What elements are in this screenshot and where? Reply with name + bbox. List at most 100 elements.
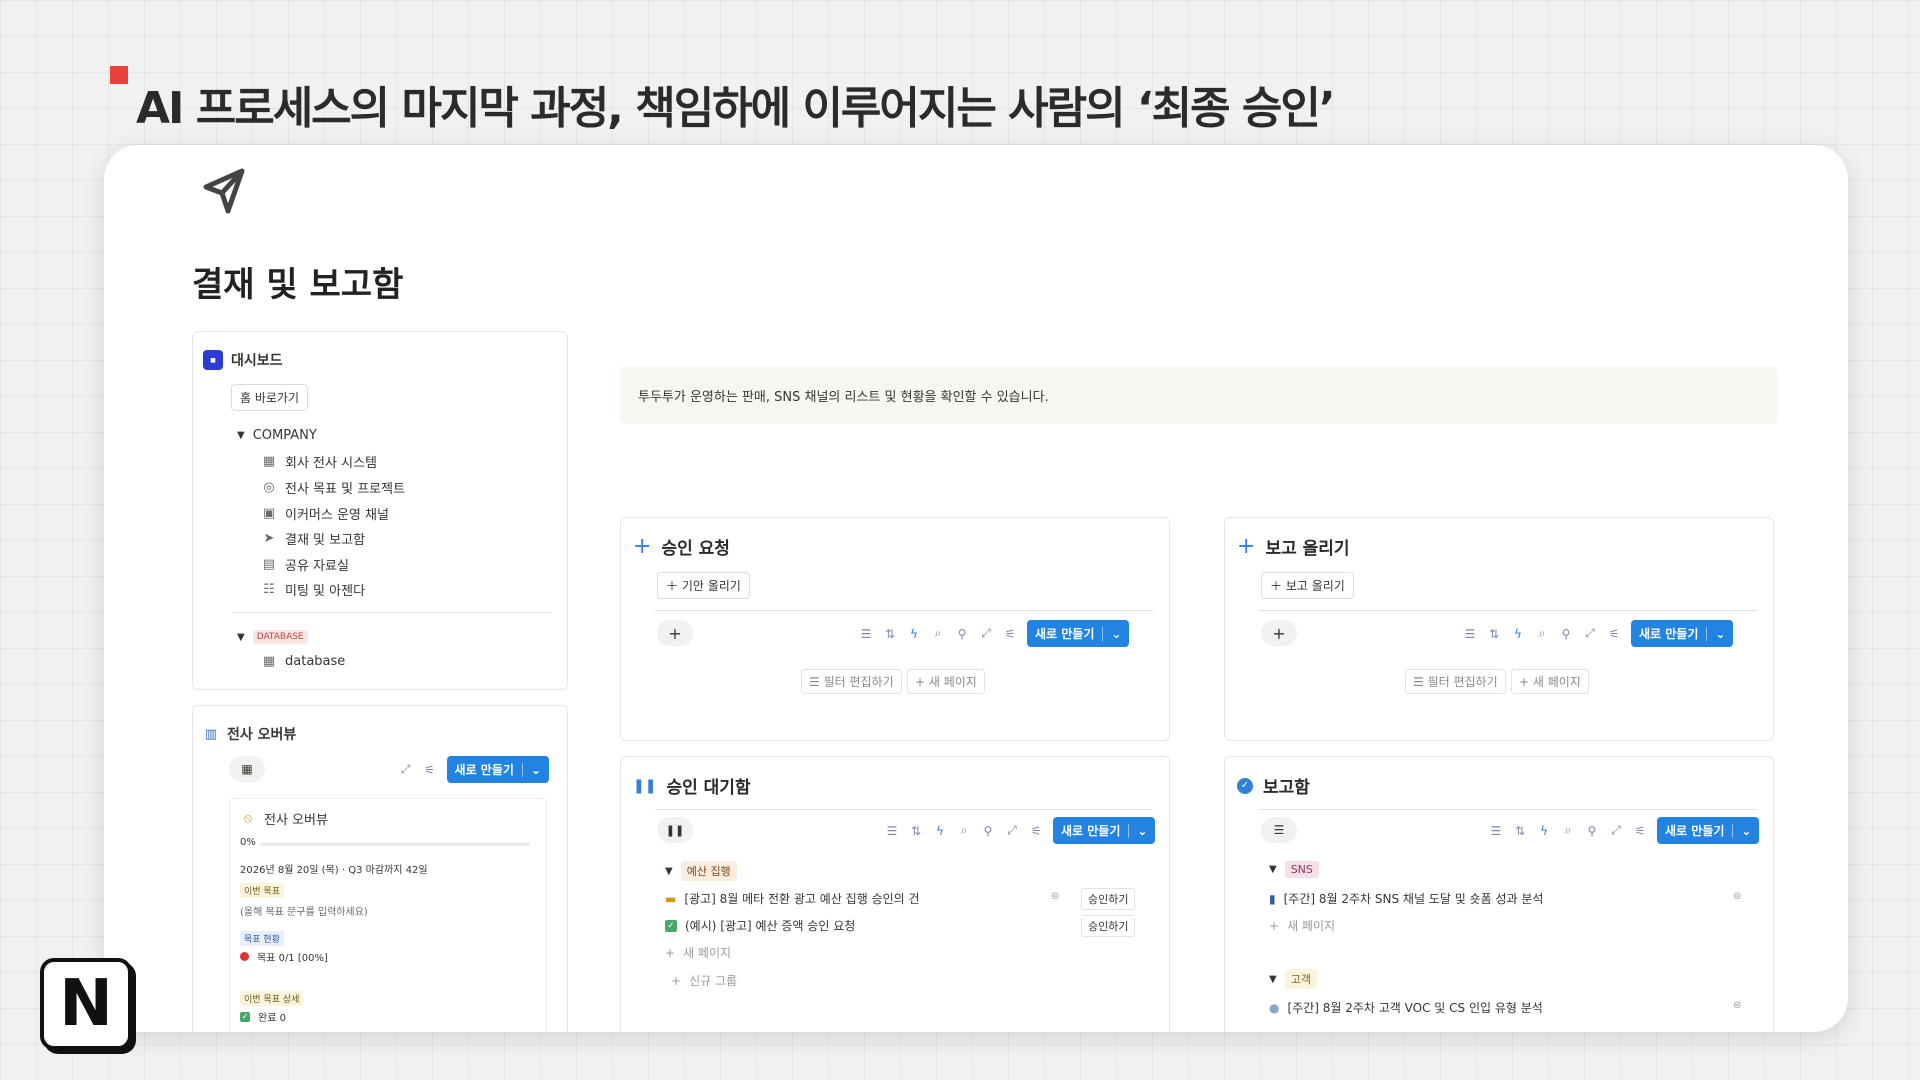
list-view-icon[interactable]: ☰ <box>1261 817 1297 843</box>
db-toolbar: ☰ ⇅ ϟ ⌕ ⚲ ⤢ ⚟ 새로 만들기 ⌄ <box>1489 817 1760 844</box>
group-budget-toggle[interactable]: ▼ 예산 집행 <box>665 861 737 881</box>
automation-icon[interactable]: ϟ <box>1537 824 1551 838</box>
new-page-button[interactable]: + 새 페이지 <box>1269 917 1335 934</box>
database-group-toggle[interactable]: ▼ DATABASE <box>237 630 308 644</box>
sort-icon[interactable]: ⇅ <box>1513 824 1527 838</box>
sort-icon[interactable]: ⇅ <box>909 824 923 838</box>
filter-icon: ☰ <box>809 675 824 689</box>
list-item[interactable]: ▮ [주간] 8월 2주차 SNS 채널 도달 및 숏폼 성과 분석 <box>1269 890 1543 907</box>
item-label: [주간] 8월 2주차 SNS 채널 도달 및 숏폼 성과 분석 <box>1283 892 1544 906</box>
filter-edit-button[interactable]: ☰ 필터 편집하기 <box>801 669 902 694</box>
panel-header: + 보고 올리기 <box>1237 534 1350 559</box>
sidebar-item-database[interactable]: ▦ database <box>261 654 345 669</box>
list-item[interactable]: ✓ (예시) [광고] 예산 증액 승인 요청 <box>665 917 855 934</box>
draft-submit-button[interactable]: ＋ 기안 올리기 <box>657 572 750 599</box>
search-icon[interactable]: ⚲ <box>1585 824 1599 838</box>
list-item[interactable]: ● [주간] 8월 2주차 고객 VOC 및 CS 인입 유형 분석 <box>1269 999 1543 1016</box>
sidebar-item-label: 회사 전사 시스템 <box>285 456 377 471</box>
sidebar-item-system[interactable]: ▦ 회사 전사 시스템 <box>261 452 377 471</box>
filter-icon[interactable]: ☰ <box>885 824 899 838</box>
phone-icon: ▮ <box>1269 891 1276 906</box>
search-off-icon[interactable]: ⌕ <box>1561 823 1575 838</box>
divider <box>1128 823 1130 838</box>
gallery-view-icon[interactable]: ▦ <box>229 756 265 782</box>
search-icon[interactable]: ⚲ <box>1559 627 1573 641</box>
comment-icon[interactable]: ⊜ <box>1733 1000 1741 1011</box>
sidebar-item-approvals[interactable]: ➤ 결재 및 보고함 <box>261 529 365 548</box>
new-page-button[interactable]: + 새 페이지 <box>907 669 985 694</box>
group-customer-toggle[interactable]: ▼ 고객 <box>1269 969 1317 989</box>
home-shortcut-button[interactable]: 홈 바로가기 <box>231 384 309 411</box>
settings-icon[interactable]: ⚟ <box>1633 824 1647 838</box>
search-icon[interactable]: ⚲ <box>955 627 969 641</box>
sort-icon[interactable]: ⇅ <box>1487 627 1501 641</box>
group-sns-toggle[interactable]: ▼ SNS <box>1269 861 1319 878</box>
new-button[interactable]: 새로 만들기 ⌄ <box>446 756 549 783</box>
new-page-button[interactable]: + 새 페이지 <box>1511 669 1589 694</box>
pause-icon[interactable]: ❚❚ <box>657 817 693 843</box>
page-title: 결재 및 보고함 <box>192 265 404 305</box>
pause-icon: ❚❚ <box>633 777 657 794</box>
filter-icon[interactable]: ☰ <box>1463 627 1477 641</box>
filter-icon[interactable]: ☰ <box>1489 824 1503 838</box>
new-group-button[interactable]: + 신규 그룹 <box>671 972 737 989</box>
panel-title: 보고함 <box>1263 778 1310 798</box>
button-label: 새 페이지 <box>1287 919 1336 933</box>
new-button[interactable]: 새로 만들기 ⌄ <box>1053 817 1156 844</box>
expand-icon[interactable]: ⤢ <box>1609 823 1623 838</box>
group-tag: 예산 집행 <box>680 861 737 881</box>
expand-icon[interactable]: ⤢ <box>1583 626 1597 641</box>
button-label: 새 페이지 <box>928 675 977 689</box>
approve-button[interactable]: 승인하기 <box>1081 888 1136 910</box>
settings-icon[interactable]: ⚟ <box>1003 627 1017 641</box>
sort-icon[interactable]: ⇅ <box>883 627 897 641</box>
button-label: 신규 그룹 <box>689 974 738 988</box>
overview-card[interactable]: ⦸ 전사 오버뷰 0% 2026년 8월 20일 (목) · Q3 마감까지 4… <box>229 798 547 1032</box>
company-group-toggle[interactable]: ▼ COMPANY <box>237 428 317 443</box>
new-button[interactable]: 새로 만들기 ⌄ <box>1657 817 1760 844</box>
add-icon[interactable]: + <box>657 620 693 646</box>
search-off-icon[interactable]: ⌕ <box>957 823 971 838</box>
list-item[interactable]: ▬ [광고] 8월 메타 전환 광고 예산 집행 승인의 건 <box>665 890 920 907</box>
sidebar-item-label: 결재 및 보고함 <box>285 533 366 548</box>
search-icon[interactable]: ⚲ <box>981 824 995 838</box>
filter-edit-button[interactable]: ☰ 필터 편집하기 <box>1405 669 1506 694</box>
notion-page: 결재 및 보고함 ■ 대시보드 홈 바로가기 ▼ COMPANY ▦ 회사 전사… <box>104 145 1848 1032</box>
new-button[interactable]: 새로 만들기 ⌄ <box>1027 620 1130 647</box>
divider <box>1259 809 1757 810</box>
folder-icon: ▤ <box>262 557 276 572</box>
automation-icon[interactable]: ϟ <box>907 627 921 641</box>
sidebar-item-label: 공유 자료실 <box>285 559 349 574</box>
search-off-icon[interactable]: ⌕ <box>931 626 945 641</box>
expand-icon[interactable]: ⤢ <box>399 762 413 777</box>
filter-icon[interactable]: ☰ <box>859 627 873 641</box>
sidebar-item-shared[interactable]: ▤ 공유 자료실 <box>261 555 349 574</box>
divider <box>1102 626 1104 641</box>
add-icon[interactable]: + <box>1261 620 1297 646</box>
settings-icon[interactable]: ⚟ <box>1029 824 1043 838</box>
panel-header: ❚❚ 승인 대기함 <box>633 773 751 799</box>
date-line: 2026년 8월 20일 (목) · Q3 마감까지 42일 <box>240 865 428 876</box>
new-button-label: 새로 만들기 <box>1035 627 1095 641</box>
triangle-down-icon: ▼ <box>1269 973 1277 985</box>
new-button[interactable]: 새로 만들기 ⌄ <box>1631 620 1734 647</box>
automation-icon[interactable]: ϟ <box>1511 627 1525 641</box>
comment-icon[interactable]: ⊜ <box>1733 891 1741 902</box>
detail-tag: 이번 목표 상세 <box>240 991 304 1006</box>
sidebar-item-meetings[interactable]: ☷ 미팅 및 아젠다 <box>261 580 365 599</box>
settings-icon[interactable]: ⚟ <box>1607 627 1621 641</box>
dashboard-header[interactable]: ■ 대시보드 <box>203 350 283 370</box>
approval-waiting-panel: ❚❚ 승인 대기함 ❚❚ ☰ ⇅ ϟ ⌕ ⚲ ⤢ ⚟ 새로 만들기 ⌄ ▼ 예산… <box>620 756 1170 1032</box>
approve-button[interactable]: 승인하기 <box>1081 915 1136 937</box>
expand-icon[interactable]: ⤢ <box>979 626 993 641</box>
search-off-icon[interactable]: ⌕ <box>1535 626 1549 641</box>
sidebar-item-ecommerce[interactable]: ▣ 이커머스 운영 채널 <box>261 504 389 523</box>
expand-icon[interactable]: ⤢ <box>1005 823 1019 838</box>
new-page-button[interactable]: + 새 페이지 <box>665 944 731 961</box>
comment-icon[interactable]: ⊜ <box>1051 891 1059 902</box>
headline: AI 프로세스의 마지막 과정, 책임하에 이루어지는 사람의 ‘최종 승인’ <box>110 66 1336 136</box>
report-submit-button[interactable]: ＋ 보고 올리기 <box>1261 572 1354 599</box>
settings-icon[interactable]: ⚟ <box>423 763 437 777</box>
automation-icon[interactable]: ϟ <box>933 824 947 838</box>
sidebar-item-goals[interactable]: ◎ 전사 목표 및 프로젝트 <box>261 478 405 497</box>
